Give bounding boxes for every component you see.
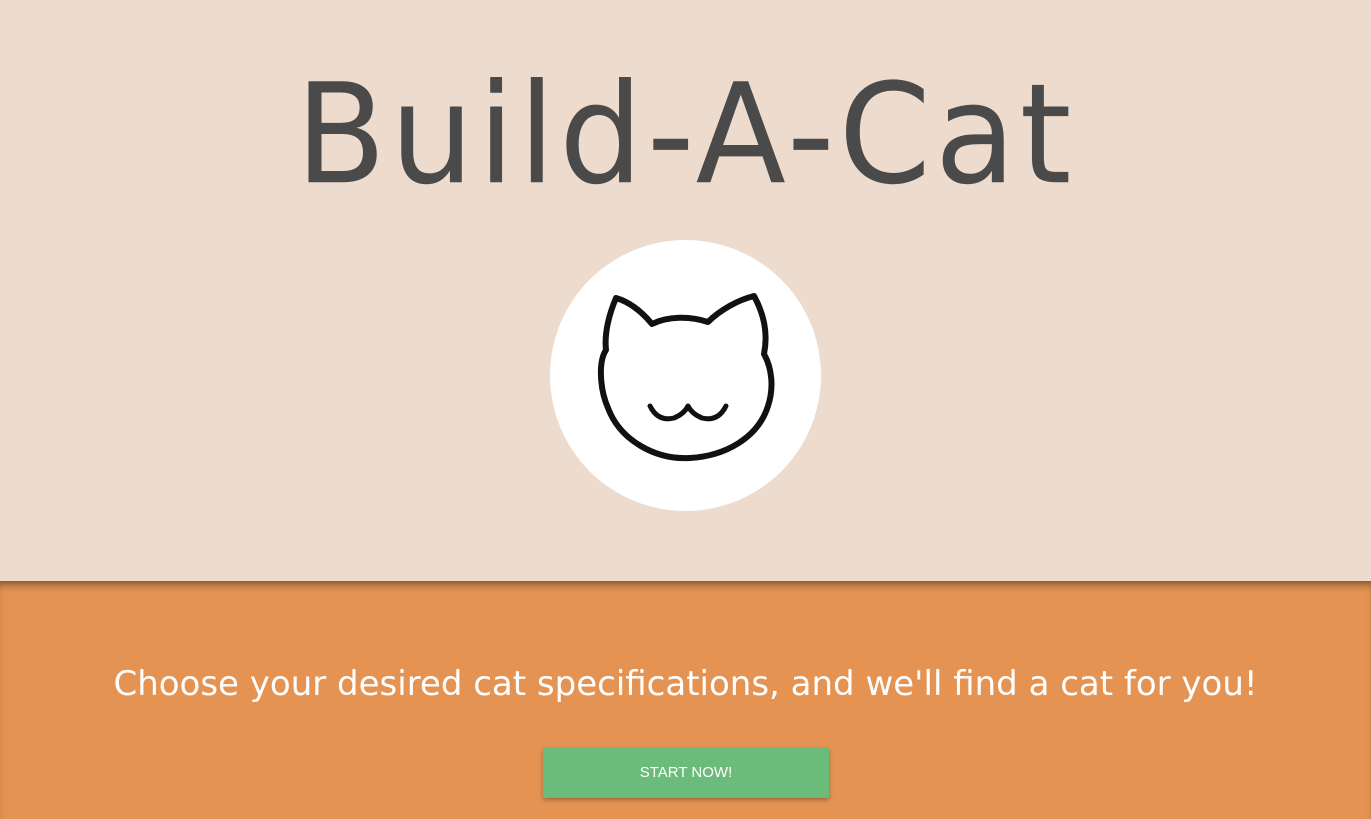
start-now-button[interactable]: START NOW! xyxy=(543,748,829,798)
page-title: Build-A-Cat xyxy=(295,54,1076,216)
cat-face-icon xyxy=(598,293,775,462)
hero-section: Build-A-Cat xyxy=(0,0,1371,581)
logo-badge xyxy=(550,240,821,511)
tagline: Choose your desired cat specifications, … xyxy=(113,664,1258,704)
